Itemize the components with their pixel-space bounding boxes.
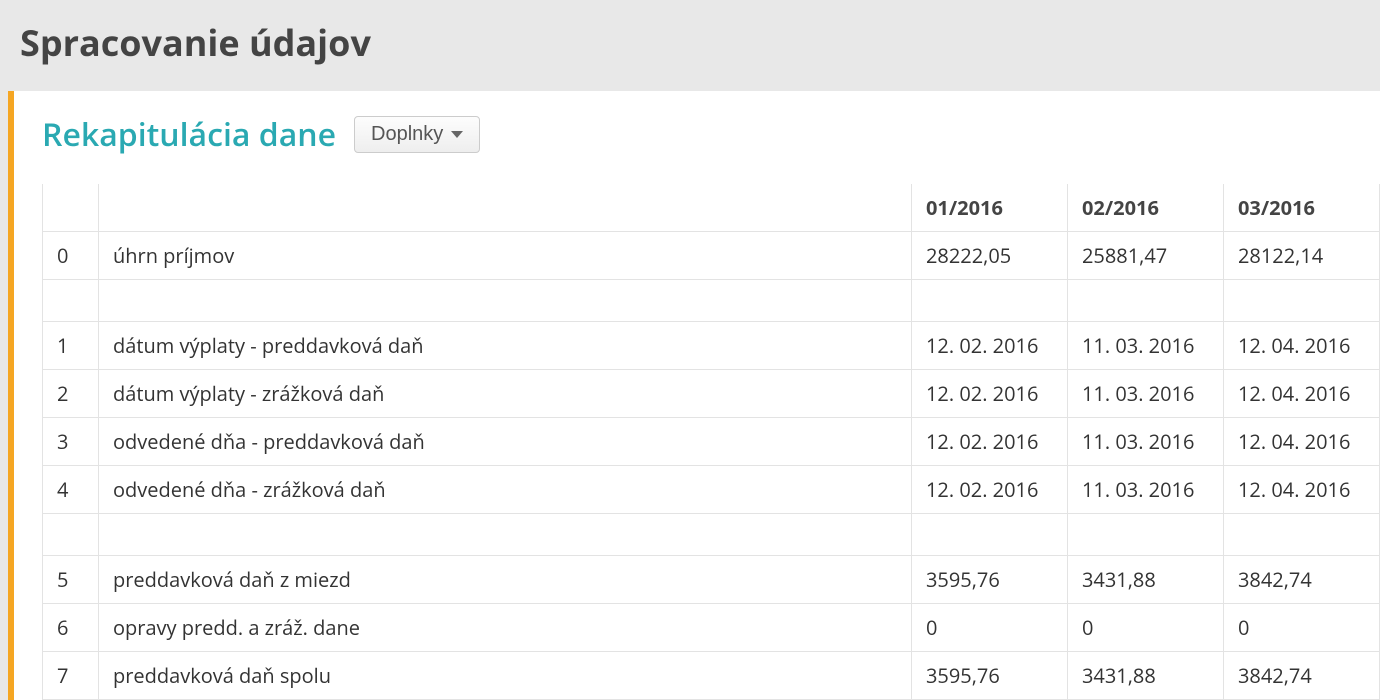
- row-index: 7: [43, 652, 99, 700]
- cell-value: 12. 04. 2016: [1224, 418, 1380, 466]
- cell-value: 11. 03. 2016: [1068, 466, 1224, 514]
- row-index: 4: [43, 466, 99, 514]
- table-row: 5preddavková daň z miezd3595,763431,8838…: [43, 556, 1380, 604]
- col-month-1: 01/2016: [912, 184, 1068, 232]
- cell-value: 12. 02. 2016: [912, 322, 1068, 370]
- cell-value: 28222,05: [912, 232, 1068, 280]
- table-row: 0úhrn príjmov28222,0525881,4728122,14: [43, 232, 1380, 280]
- row-label: opravy predd. a zráž. dane: [99, 604, 912, 652]
- row-label: preddavková daň spolu: [99, 652, 912, 700]
- row-label: odvedené dňa - zrážková daň: [99, 466, 912, 514]
- addons-dropdown-label: Doplnky: [371, 123, 443, 146]
- col-month-3: 03/2016: [1224, 184, 1380, 232]
- spacer-row: [43, 280, 1380, 322]
- cell-value: 3842,74: [1224, 652, 1380, 700]
- table-row: 6opravy predd. a zráž. dane000: [43, 604, 1380, 652]
- cell-value: 11. 03. 2016: [1068, 322, 1224, 370]
- cell-value: 11. 03. 2016: [1068, 370, 1224, 418]
- cell-value: 12. 04. 2016: [1224, 466, 1380, 514]
- cell-value: 28122,14: [1224, 232, 1380, 280]
- row-label: dátum výplaty - preddavková daň: [99, 322, 912, 370]
- row-index: 5: [43, 556, 99, 604]
- col-idx: [43, 184, 99, 232]
- row-index: 2: [43, 370, 99, 418]
- cell-value: 11. 03. 2016: [1068, 418, 1224, 466]
- cell-value: 0: [912, 604, 1068, 652]
- row-label: preddavková daň z miezd: [99, 556, 912, 604]
- cell-value: 3431,88: [1068, 652, 1224, 700]
- table-row: 3odvedené dňa - preddavková daň12. 02. 2…: [43, 418, 1380, 466]
- row-index: 6: [43, 604, 99, 652]
- cell-value: 12. 02. 2016: [912, 418, 1068, 466]
- cell-value: 0: [1068, 604, 1224, 652]
- row-index: 1: [43, 322, 99, 370]
- table-row: 4odvedené dňa - zrážková daň12. 02. 2016…: [43, 466, 1380, 514]
- page-title: Spracovanie údajov: [20, 18, 1360, 67]
- section-title: Rekapitulácia dane: [42, 113, 336, 156]
- chevron-down-icon: [451, 131, 463, 138]
- row-label: odvedené dňa - preddavková daň: [99, 418, 912, 466]
- table-row: 1dátum výplaty - preddavková daň12. 02. …: [43, 322, 1380, 370]
- cell-value: 0: [1224, 604, 1380, 652]
- table-row: 2dátum výplaty - zrážková daň12. 02. 201…: [43, 370, 1380, 418]
- table-header-row: 01/2016 02/2016 03/2016: [43, 184, 1380, 232]
- row-index: 0: [43, 232, 99, 280]
- cell-value: 12. 02. 2016: [912, 466, 1068, 514]
- tax-recap-table: 01/2016 02/2016 03/2016 0úhrn príjmov282…: [42, 184, 1380, 700]
- row-label: dátum výplaty - zrážková daň: [99, 370, 912, 418]
- spacer-row: [43, 514, 1380, 556]
- table-row: 7preddavková daň spolu3595,763431,883842…: [43, 652, 1380, 700]
- cell-value: 3595,76: [912, 652, 1068, 700]
- content-panel: Rekapitulácia dane Doplnky 01/2016 02/20…: [8, 91, 1380, 700]
- cell-value: 12. 02. 2016: [912, 370, 1068, 418]
- cell-value: 12. 04. 2016: [1224, 322, 1380, 370]
- cell-value: 12. 04. 2016: [1224, 370, 1380, 418]
- cell-value: 3595,76: [912, 556, 1068, 604]
- row-label: úhrn príjmov: [99, 232, 912, 280]
- cell-value: 25881,47: [1068, 232, 1224, 280]
- addons-dropdown[interactable]: Doplnky: [354, 116, 480, 153]
- col-month-2: 02/2016: [1068, 184, 1224, 232]
- cell-value: 3431,88: [1068, 556, 1224, 604]
- row-index: 3: [43, 418, 99, 466]
- col-label: [99, 184, 912, 232]
- cell-value: 3842,74: [1224, 556, 1380, 604]
